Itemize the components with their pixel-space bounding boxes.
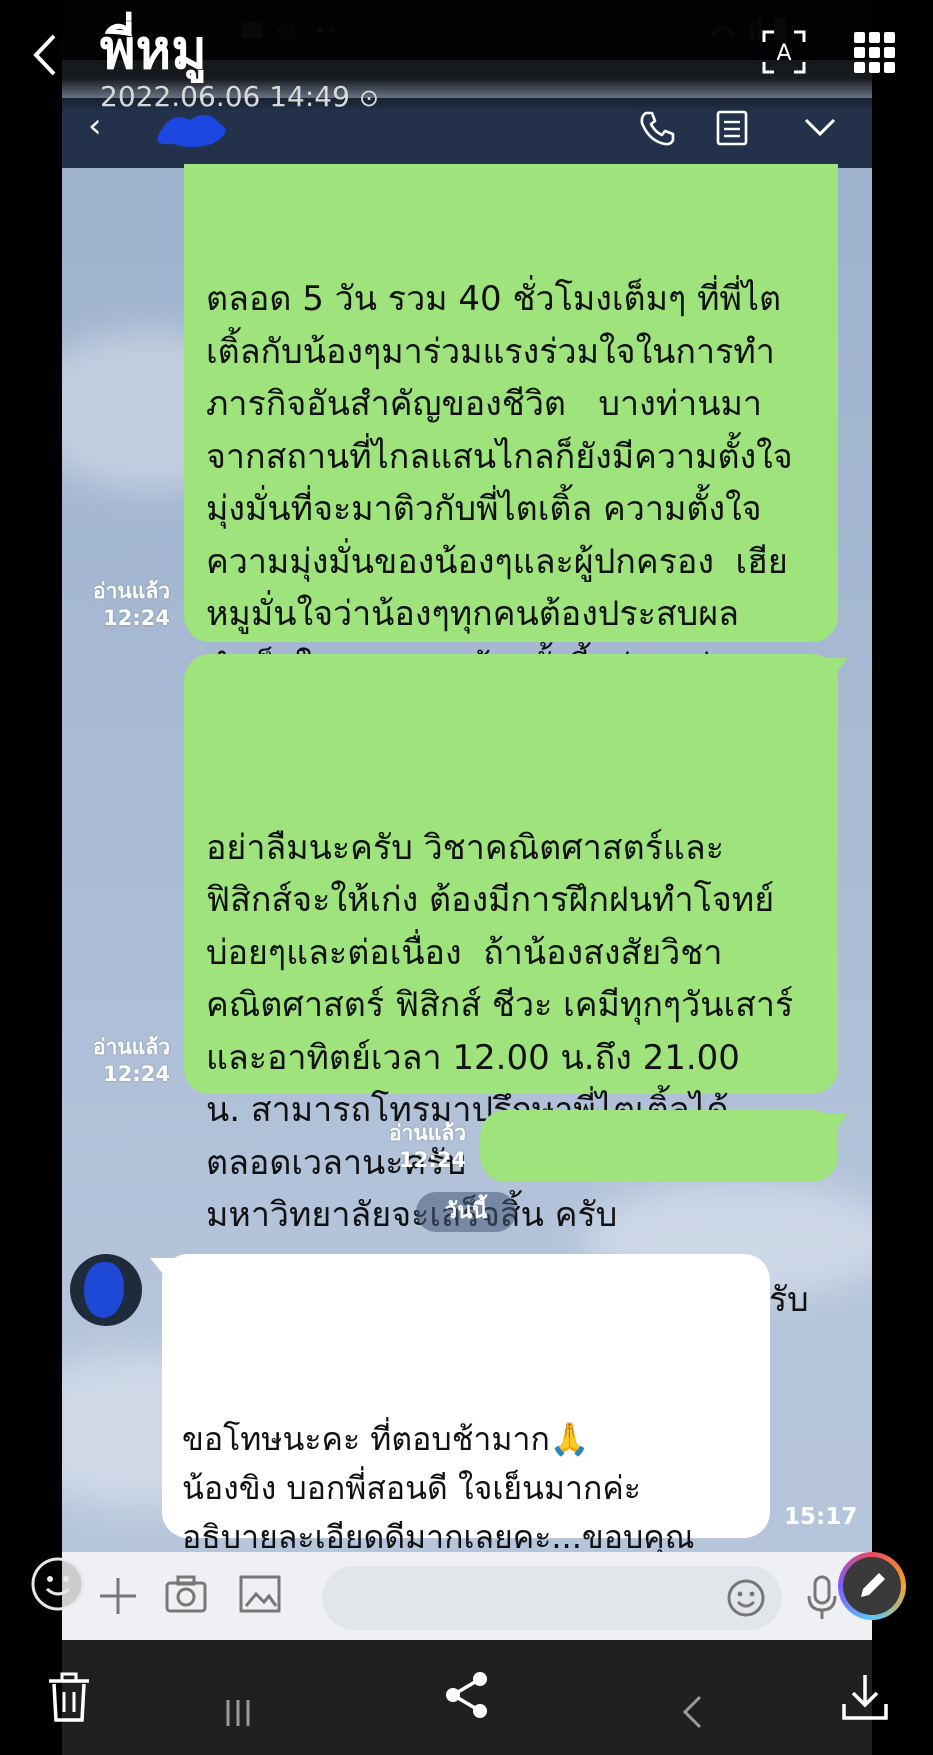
notes-icon[interactable]: [714, 108, 750, 148]
viewer-date[interactable]: 2022.06.06 14:49 ⊙: [100, 80, 379, 113]
message-meta: อ่านแล้ว 12:24: [372, 1120, 466, 1174]
gallery-toolbar: [0, 1640, 933, 1755]
message-meta: อ่านแล้ว 12:24: [76, 578, 170, 632]
outgoing-message[interactable]: ไตเติ้ลสอนดีไหมครับ: [480, 1110, 848, 1320]
camera-icon[interactable]: [164, 1574, 208, 1614]
bubble-tail: [824, 658, 848, 680]
download-icon[interactable]: [840, 1672, 890, 1722]
recent-apps-icon[interactable]: [222, 1698, 254, 1728]
message-meta: อ่านแล้ว 12:24: [76, 1034, 170, 1088]
viewer-back-icon[interactable]: [28, 30, 64, 80]
edit-button[interactable]: [838, 1552, 906, 1620]
emoji-icon[interactable]: [726, 1578, 766, 1618]
chevron-right-circle-icon: ⊙: [358, 84, 379, 112]
microphone-icon[interactable]: [804, 1574, 840, 1622]
date-divider: วันนี้: [416, 1192, 516, 1232]
outgoing-message[interactable]: ตลอด 5 วัน รวม 40 ชั่วโมงเต็มๆ ที่พี่ไต …: [184, 164, 838, 739]
bubble-tail: [150, 1258, 174, 1280]
overlay-emoji-icon[interactable]: [30, 1556, 86, 1612]
message-time: 12:24: [103, 1062, 170, 1086]
pencil-icon: [861, 1573, 885, 1597]
phone-icon[interactable]: [637, 108, 677, 148]
read-receipt: อ่านแล้ว: [93, 579, 170, 603]
trash-icon[interactable]: [46, 1672, 92, 1724]
edit-button-face: [843, 1557, 901, 1615]
viewer-header: พี่หมู 2022.06.06 14:49 ⊙ A: [0, 0, 933, 113]
bubble-tail: [824, 1114, 848, 1136]
message-input[interactable]: [322, 1566, 782, 1630]
plus-icon[interactable]: [96, 1574, 140, 1618]
message-input-bar: [62, 1552, 872, 1640]
svg-text:A: A: [776, 41, 791, 66]
read-receipt: อ่านแล้ว: [93, 1035, 170, 1059]
viewer-date-text: 2022.06.06 14:49: [100, 80, 350, 113]
message-time: 12:24: [103, 606, 170, 630]
grid-menu-icon[interactable]: [852, 30, 898, 76]
message-time: 15:17: [784, 1504, 858, 1530]
message-time: 12:24: [399, 1148, 466, 1172]
avatar[interactable]: [70, 1254, 142, 1326]
nav-back-icon[interactable]: [680, 1694, 704, 1730]
share-icon[interactable]: [444, 1670, 490, 1720]
incoming-message[interactable]: ขอโทษนะคะ ที่ตอบช้ามาก🙏 น้องขิง บอกพี่สอ…: [150, 1254, 770, 1654]
chevron-down-icon[interactable]: [802, 112, 838, 142]
outgoing-message[interactable]: อย่าลืมนะครับ วิชาคณิตศาสตร์และ ฟิสิกส์จ…: [184, 654, 848, 1235]
text-recognition-icon[interactable]: A: [760, 28, 808, 76]
read-receipt: อ่านแล้ว: [389, 1121, 466, 1145]
image-icon[interactable]: [238, 1574, 282, 1614]
redacted-avatar: [84, 1262, 124, 1318]
